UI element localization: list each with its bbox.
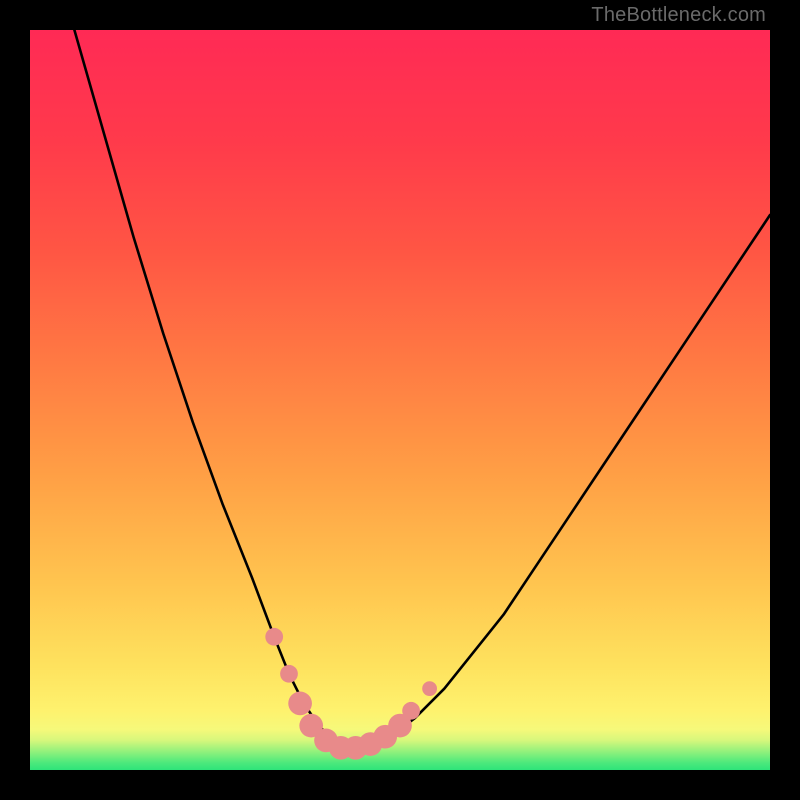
curve-layer <box>30 30 770 770</box>
bottleneck-curve <box>74 30 770 748</box>
chart-frame: TheBottleneck.com <box>0 0 800 800</box>
marker-point <box>422 681 437 696</box>
marker-group <box>265 628 437 760</box>
plot-area <box>30 30 770 770</box>
marker-point <box>402 702 420 720</box>
marker-point <box>265 628 283 646</box>
marker-point <box>280 665 298 683</box>
watermark-text: TheBottleneck.com <box>591 4 766 27</box>
marker-point <box>288 692 312 716</box>
